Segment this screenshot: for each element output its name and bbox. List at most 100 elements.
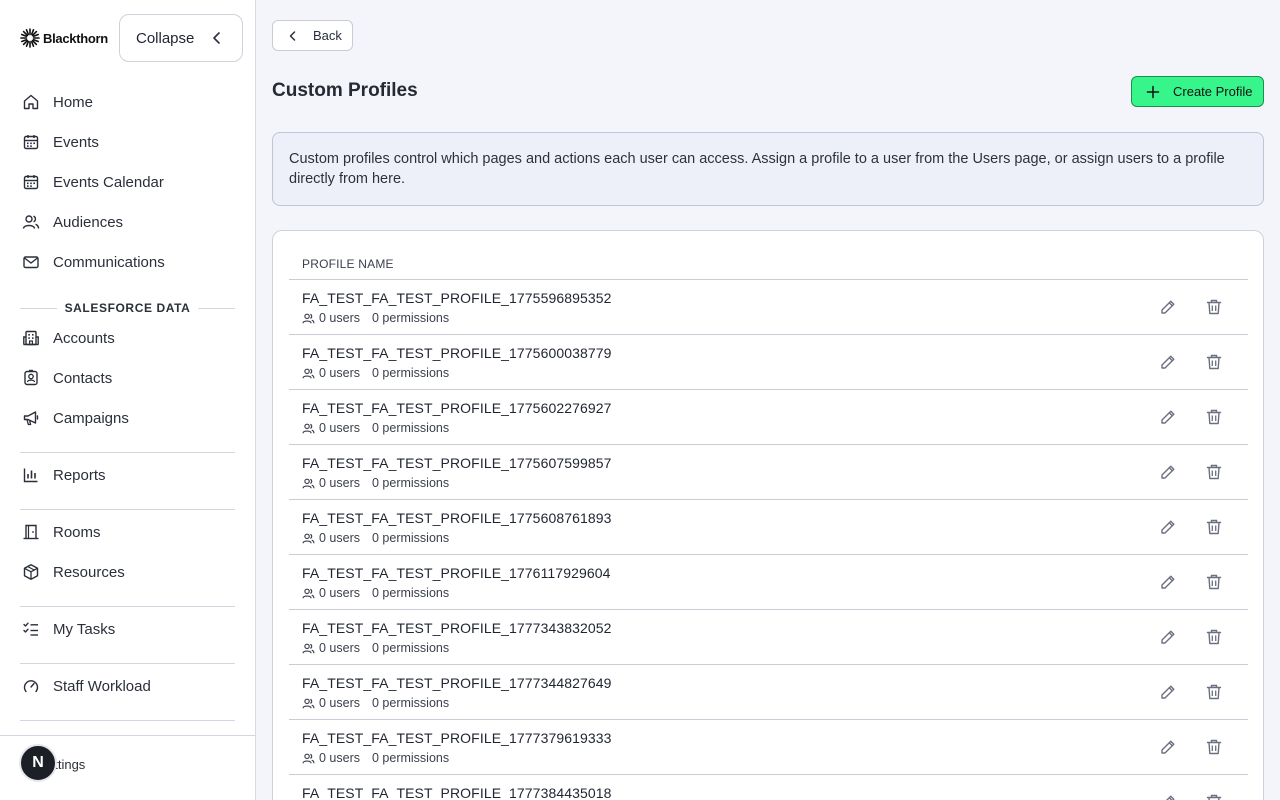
avatar[interactable]: N [19,744,57,782]
sidebar-item-label: Reports [53,466,106,484]
sidebar-item-label: Communications [53,253,165,271]
user-count: 0 users [319,751,360,765]
users-icon [302,477,315,490]
profile-meta: 0 users 0 permissions [302,366,449,380]
profile-name[interactable]: FA_TEST_FA_TEST_PROFILE_1776117929604 [302,565,611,581]
profile-name[interactable]: FA_TEST_FA_TEST_PROFILE_1775602276927 [302,400,612,416]
edit-icon[interactable] [1159,463,1177,481]
table-row: FA_TEST_FA_TEST_PROFILE_1777344827649 0 … [289,665,1248,720]
logo[interactable]: Blackthorn [20,28,108,48]
sidebar-item-label: Audiences [53,213,124,231]
edit-icon[interactable] [1159,738,1177,756]
permission-count: 0 permissions [372,751,450,765]
profile-name[interactable]: FA_TEST_FA_TEST_PROFILE_1777384435018 [302,785,612,800]
sidebar-footer-divider [0,735,255,736]
trash-icon[interactable] [1205,353,1223,371]
trash-icon[interactable] [1205,463,1223,481]
profile-name[interactable]: FA_TEST_FA_TEST_PROFILE_1777343832052 [302,620,612,636]
edit-icon[interactable] [1159,628,1177,646]
sidebar-item-my-tasks[interactable]: My Tasks [22,614,115,644]
create-profile-button[interactable]: Create Profile [1131,76,1264,107]
permission-count: 0 permissions [372,586,450,600]
user-count: 0 users [319,366,360,380]
trash-icon[interactable] [1205,298,1223,316]
sidebar-item-accounts[interactable]: Accounts [22,323,115,353]
sidebar-item-events[interactable]: Events [22,127,99,157]
sidebar-item-contacts[interactable]: Contacts [22,363,112,393]
users-icon [302,422,315,435]
sidebar: Blackthorn Collapse Home Events Events C… [0,0,256,800]
users-icon [302,367,315,380]
edit-icon[interactable] [1159,298,1177,316]
profiles-table: PROFILE NAME FA_TEST_FA_TEST_PROFILE_177… [272,230,1264,800]
profile-meta: 0 users 0 permissions [302,421,449,435]
profile-name[interactable]: FA_TEST_FA_TEST_PROFILE_1775600038779 [302,345,612,361]
edit-icon[interactable] [1159,408,1177,426]
sidebar-item-communications[interactable]: Communications [22,247,165,277]
sidebar-item-label: Events Calendar [53,173,164,191]
users-icon [22,213,40,231]
sidebar-item-audiences[interactable]: Audiences [22,207,123,237]
sidebar-item-events-calendar[interactable]: Events Calendar [22,167,164,197]
trash-icon[interactable] [1205,738,1223,756]
mail-icon [22,253,40,271]
sidebar-divider [20,720,235,721]
sidebar-item-rooms[interactable]: Rooms [22,517,101,547]
trash-icon[interactable] [1205,573,1223,591]
column-header-profile-name: PROFILE NAME [302,257,394,271]
profile-name[interactable]: FA_TEST_FA_TEST_PROFILE_1777379619333 [302,730,612,746]
permission-count: 0 permissions [372,421,450,435]
permission-count: 0 permissions [372,311,450,325]
table-row: FA_TEST_FA_TEST_PROFILE_1776117929604 0 … [289,555,1248,610]
profile-name[interactable]: FA_TEST_FA_TEST_PROFILE_1775596895352 [302,290,612,306]
table-row: FA_TEST_FA_TEST_PROFILE_1777384435018 0 … [289,775,1248,800]
edit-icon[interactable] [1159,683,1177,701]
users-icon [302,697,315,710]
trash-icon[interactable] [1205,628,1223,646]
profile-name[interactable]: FA_TEST_FA_TEST_PROFILE_1775607599857 [302,455,612,471]
sidebar-item-label: Rooms [53,523,101,541]
sidebar-item-resources[interactable]: Resources [22,557,125,587]
sidebar-item-campaigns[interactable]: Campaigns [22,403,129,433]
profile-meta: 0 users 0 permissions [302,531,449,545]
table-row: FA_TEST_FA_TEST_PROFILE_1775596895352 0 … [289,280,1248,335]
edit-icon[interactable] [1159,518,1177,536]
checklist-icon [22,620,40,638]
permission-count: 0 permissions [372,476,450,490]
user-count: 0 users [319,476,360,490]
profile-name[interactable]: FA_TEST_FA_TEST_PROFILE_1777344827649 [302,675,612,691]
users-icon [302,312,315,325]
users-icon [302,587,315,600]
trash-icon[interactable] [1205,518,1223,536]
calendar-icon [22,173,40,191]
sidebar-item-staff-workload[interactable]: Staff Workload [22,671,151,701]
sidebar-divider [20,452,235,453]
sidebar-item-reports[interactable]: Reports [22,460,106,490]
back-button[interactable]: Back [272,20,353,51]
page-title: Custom Profiles [272,80,418,101]
user-count: 0 users [319,421,360,435]
profile-meta: 0 users 0 permissions [302,586,449,600]
profile-name[interactable]: FA_TEST_FA_TEST_PROFILE_1775608761893 [302,510,612,526]
edit-icon[interactable] [1159,793,1177,800]
trash-icon[interactable] [1205,793,1223,800]
logo-text: Blackthorn [43,30,108,46]
info-banner: Custom profiles control which pages and … [272,132,1264,206]
calendar-icon [22,133,40,151]
sidebar-item-label: Staff Workload [53,677,151,695]
table-row: FA_TEST_FA_TEST_PROFILE_1775600038779 0 … [289,335,1248,390]
edit-icon[interactable] [1159,353,1177,371]
contact-icon [22,369,40,387]
profile-meta: 0 users 0 permissions [302,751,449,765]
trash-icon[interactable] [1205,683,1223,701]
trash-icon[interactable] [1205,408,1223,426]
sidebar-item-label: My Tasks [53,620,116,638]
edit-icon[interactable] [1159,573,1177,591]
profile-meta: 0 users 0 permissions [302,696,449,710]
users-icon [302,752,315,765]
chevron-left-icon [287,30,299,42]
sidebar-item-home[interactable]: Home [22,87,93,117]
table-row: FA_TEST_FA_TEST_PROFILE_1775607599857 0 … [289,445,1248,500]
collapse-button[interactable]: Collapse [119,14,243,62]
permission-count: 0 permissions [372,531,450,545]
